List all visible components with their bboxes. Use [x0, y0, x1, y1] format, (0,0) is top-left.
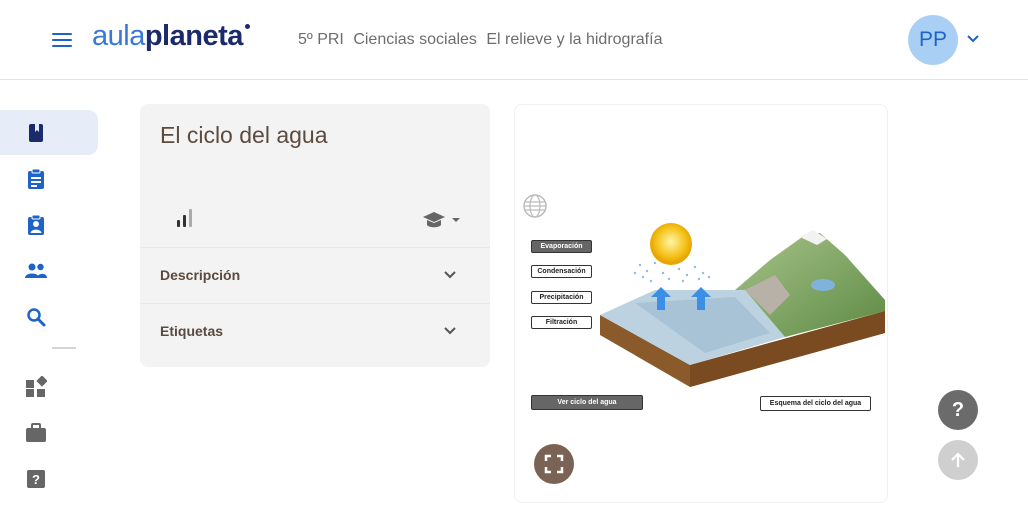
sidebar-item-search[interactable]	[0, 294, 98, 339]
search-icon	[27, 307, 46, 326]
scroll-top-button[interactable]	[938, 440, 978, 480]
sidebar-item-portfolio[interactable]	[0, 410, 98, 455]
sidebar-item-widgets[interactable]	[0, 364, 98, 409]
help-button[interactable]: ?	[938, 390, 978, 430]
sidebar-item-assignments[interactable]	[0, 202, 98, 247]
resource-card: El ciclo del agua Descripción Etiquetas	[140, 104, 490, 367]
logo[interactable]: aulaplaneta	[92, 18, 250, 54]
widgets-icon	[26, 375, 47, 397]
accordion-label: Descripción	[160, 267, 241, 283]
menu-icon[interactable]	[52, 33, 72, 49]
briefcase-icon	[26, 422, 46, 442]
breadcrumb-item[interactable]: Ciencias sociales	[353, 31, 477, 48]
cycle-scheme-button[interactable]: Esquema del ciclo del agua	[760, 396, 871, 411]
sidebar-item-help[interactable]: ?	[0, 456, 98, 501]
water-cycle-illustration	[600, 223, 885, 387]
book-icon	[29, 123, 43, 142]
svg-text:?: ?	[32, 472, 40, 487]
chevron-down-icon	[444, 271, 456, 279]
top-bar: aulaplaneta 5º PRI Ciencias sociales El …	[0, 0, 1028, 80]
evaporation-button[interactable]: Evaporación	[531, 240, 592, 253]
sidebar-item-groups[interactable]	[0, 248, 98, 293]
logo-part1: aula	[92, 20, 145, 52]
arrow-up-icon	[951, 452, 965, 467]
precipitation-button[interactable]: Precipitación	[531, 291, 592, 304]
avatar[interactable]: PP	[908, 15, 958, 65]
clipboard-icon	[28, 168, 44, 189]
chevron-down-icon[interactable]	[966, 34, 980, 44]
accordion-description[interactable]: Descripción	[140, 247, 490, 303]
grade-dropdown[interactable]	[423, 210, 461, 235]
globe-icon	[523, 194, 547, 218]
accordion-label: Etiquetas	[160, 323, 224, 339]
page-title: El ciclo del agua	[160, 122, 328, 148]
breadcrumb: 5º PRI Ciencias sociales El relieve y la…	[298, 31, 667, 49]
accordion-tags[interactable]: Etiquetas	[140, 303, 490, 359]
condensation-button[interactable]: Condensación	[531, 265, 592, 278]
level-bars-icon	[177, 209, 192, 227]
breadcrumb-item[interactable]: 5º PRI	[298, 31, 344, 48]
people-icon	[25, 263, 47, 278]
sidebar-divider	[52, 347, 76, 349]
help-square-icon: ?	[27, 469, 45, 488]
breadcrumb-item[interactable]: El relieve y la hidrografía	[486, 31, 662, 48]
filtration-button[interactable]: Filtración	[531, 316, 592, 329]
view-cycle-button[interactable]: Ver ciclo del agua	[531, 395, 643, 410]
assignment-person-icon	[28, 214, 44, 235]
chevron-down-icon	[444, 327, 456, 335]
sidebar-item-activities[interactable]	[0, 156, 98, 201]
graduation-cap-icon	[423, 212, 460, 228]
fullscreen-button[interactable]	[534, 444, 574, 484]
logo-part2: planeta	[144, 20, 244, 52]
sidebar-item-book[interactable]	[0, 110, 98, 155]
fullscreen-icon	[544, 454, 564, 474]
